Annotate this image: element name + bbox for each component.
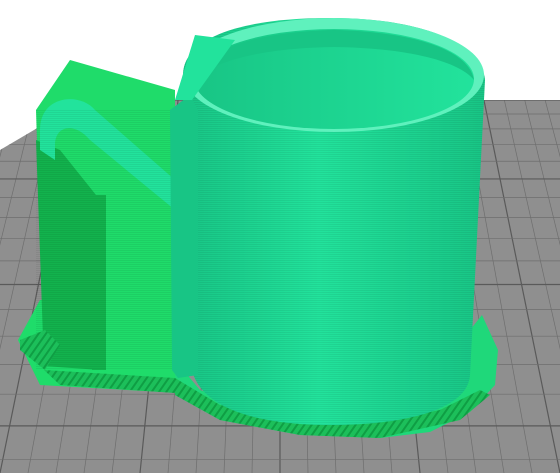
slicer-preview-canvas[interactable] — [0, 0, 560, 473]
cup-connector-rib — [170, 95, 198, 378]
3d-print-viewport[interactable] — [0, 0, 560, 473]
clip-layer-lines — [36, 110, 175, 370]
printed-cup — [170, 18, 485, 425]
